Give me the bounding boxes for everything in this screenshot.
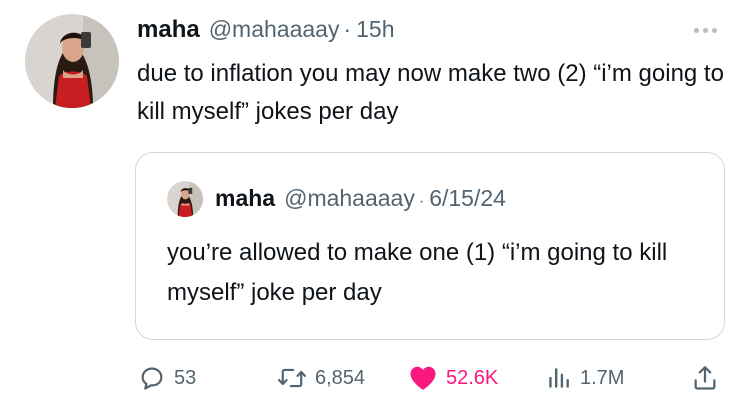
more-horizontal-icon — [693, 27, 699, 33]
views-bar-chart-icon — [549, 368, 569, 388]
quoted-author-name: maha — [215, 185, 276, 211]
reply-bubble-icon — [141, 367, 163, 390]
retweet-count: 6,854 — [315, 366, 366, 389]
views-button[interactable]: 1.7M — [546, 360, 624, 396]
author-avatar[interactable] — [25, 14, 119, 108]
views-count: 1.7M — [580, 366, 625, 389]
like-count: 52.6K — [446, 366, 499, 389]
share-button[interactable] — [691, 360, 719, 396]
quoted-author-avatar — [167, 181, 203, 217]
author-handle[interactable]: @mahaaaay — [209, 16, 340, 43]
separator-dot: · — [418, 193, 425, 210]
reply-button[interactable]: 53 — [138, 360, 196, 396]
separator-dot: · — [343, 16, 352, 42]
retweet-button[interactable]: 6,854 — [277, 360, 365, 396]
quoted-tweet-text: you’re allowed to make one (1) “i’m goin… — [167, 239, 668, 306]
quoted-author-handle: @mahaaaay — [284, 185, 415, 211]
quoted-tweet-card[interactable]: maha @mahaaaay · 6/15/24 you’re allowed … — [135, 152, 725, 340]
like-button[interactable]: 52.6K — [408, 360, 498, 396]
avatar-photo — [25, 14, 119, 108]
author-name[interactable]: maha — [137, 16, 200, 44]
tweet-header: maha @mahaaaay · 15h — [137, 16, 395, 48]
avatar-photo — [167, 181, 203, 217]
quoted-tweet-header: maha @mahaaaay · 6/15/24 — [215, 185, 506, 213]
more-options-button[interactable] — [689, 20, 721, 40]
tweet-text: due to inflation you may now make two (2… — [137, 60, 724, 125]
heart-filled-icon — [410, 366, 436, 390]
tweet-timestamp[interactable]: 15h — [356, 16, 394, 43]
reply-count: 53 — [174, 366, 197, 389]
quoted-tweet-date: 6/15/24 — [429, 185, 506, 211]
tweet-action-bar: 53 6,854 52.6K 1.7M — [138, 360, 728, 396]
retweet-icon — [277, 368, 307, 388]
share-upload-icon — [694, 366, 716, 390]
